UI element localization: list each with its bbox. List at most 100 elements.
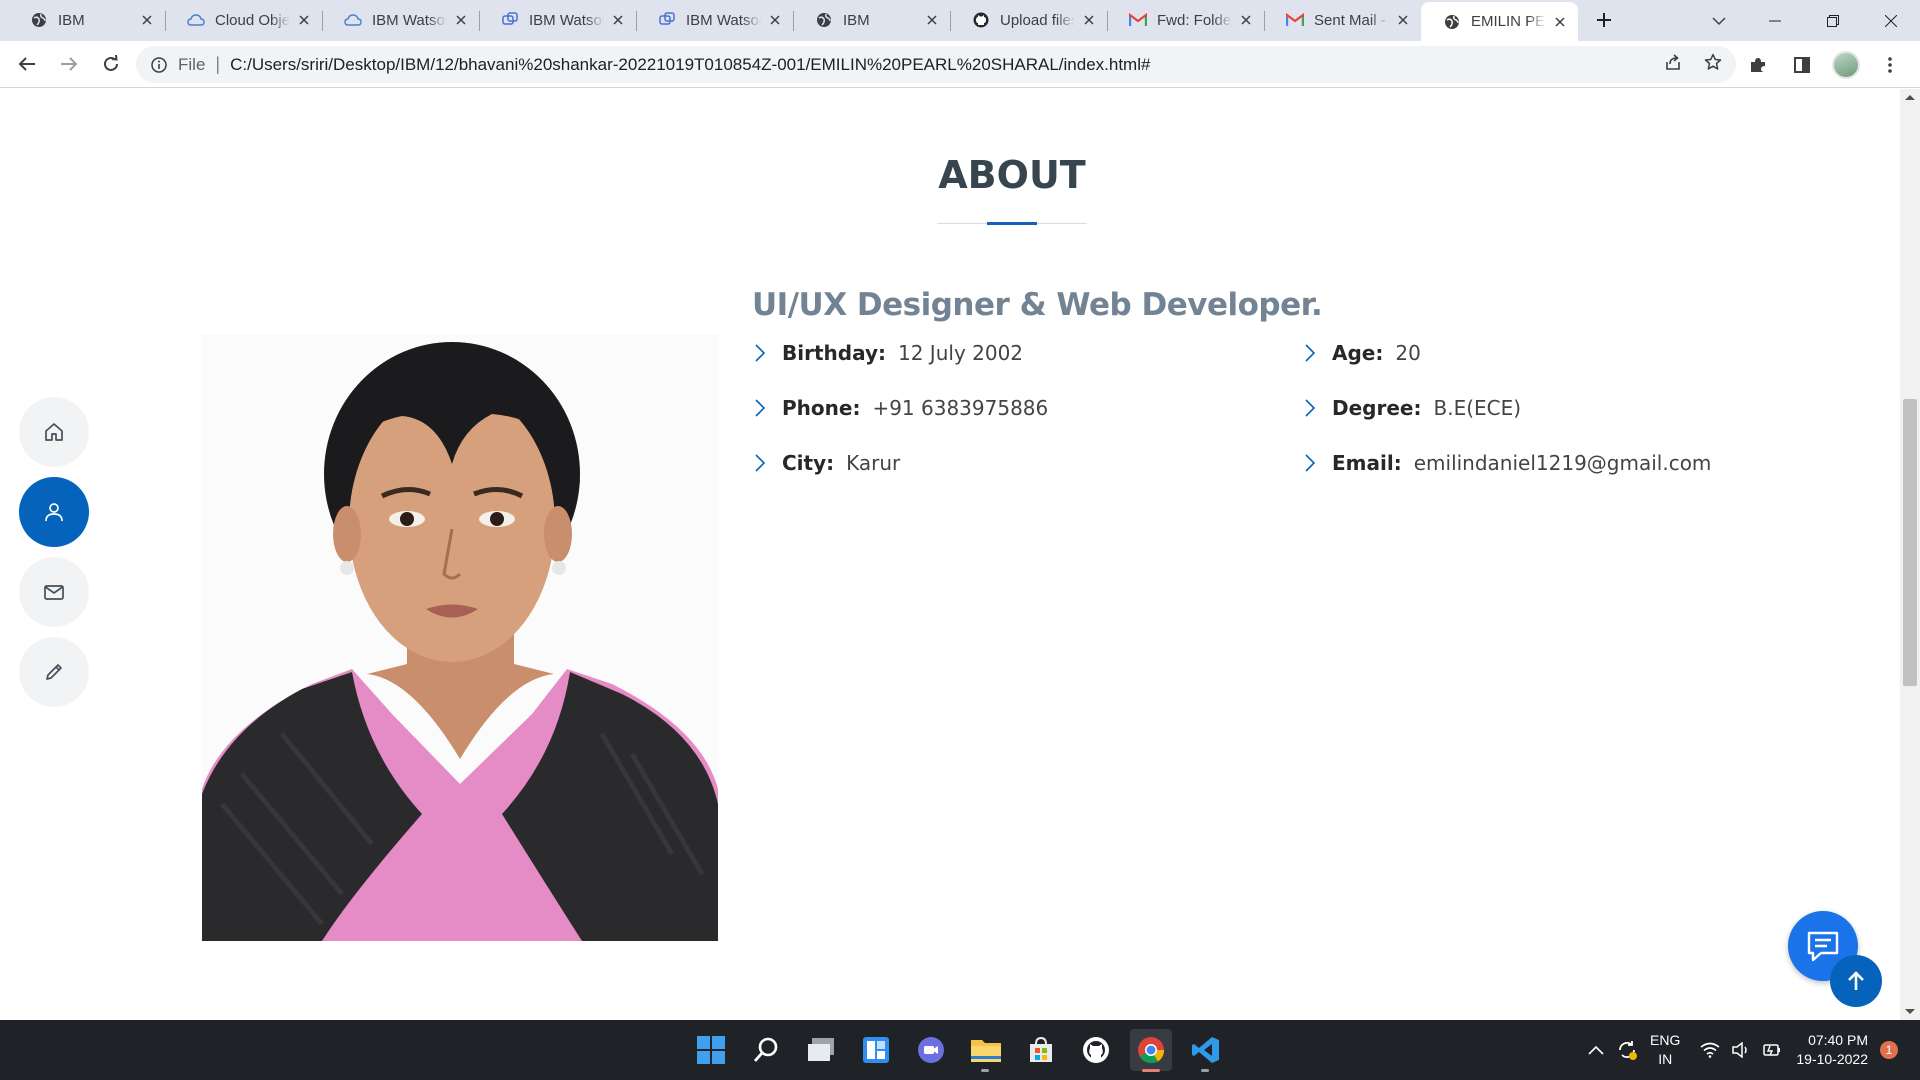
teams-chat-button[interactable] <box>910 1029 952 1071</box>
tab-7[interactable]: Upload files <box>950 2 1107 38</box>
info-label: Age: <box>1332 341 1384 365</box>
chevron-right-icon <box>1305 397 1321 419</box>
side-navigation <box>19 397 89 717</box>
folder-icon <box>971 1040 1001 1062</box>
tab-9[interactable]: Sent Mail - <box>1264 2 1421 38</box>
scroll-up-arrow[interactable] <box>1905 95 1915 100</box>
close-icon[interactable] <box>1081 12 1097 28</box>
info-value: B.E(ECE) <box>1433 396 1522 420</box>
info-email: Email: emilindaniel1219@gmail.com <box>1305 451 1711 475</box>
share-icon[interactable] <box>1664 53 1682 76</box>
chrome-button[interactable] <box>1130 1029 1172 1072</box>
clock[interactable]: 07:40 PM 19-10-2022 <box>1796 1031 1868 1069</box>
scroll-down-arrow[interactable] <box>1905 1009 1915 1014</box>
tab-5[interactable]: IBM Watson Assistant <box>636 2 793 38</box>
nav-home-button[interactable] <box>19 397 89 467</box>
close-icon <box>1885 14 1897 27</box>
chevron-right-icon <box>1305 452 1321 474</box>
gmail-icon <box>1129 11 1147 29</box>
start-button[interactable] <box>690 1029 732 1071</box>
search-button[interactable] <box>745 1029 787 1071</box>
tab-1[interactable]: IBM <box>8 2 165 38</box>
tab-6[interactable]: IBM <box>793 2 950 38</box>
menu-button[interactable] <box>1870 45 1910 85</box>
search-icon <box>753 1037 778 1062</box>
file-explorer-button[interactable] <box>965 1029 1007 1072</box>
language-code: ENG <box>1650 1032 1681 1048</box>
sync-status-button[interactable] <box>1616 1020 1638 1080</box>
github-icon <box>1083 1037 1109 1063</box>
nav-contact-button[interactable] <box>19 557 89 627</box>
profile-photo <box>202 334 718 941</box>
close-icon[interactable] <box>453 12 469 28</box>
tab-2[interactable]: Cloud Object Storage <box>165 2 322 38</box>
tab-search-button[interactable] <box>1690 0 1748 41</box>
url-text[interactable]: C:/Users/sriri/Desktop/IBM/12/bhavani%20… <box>230 55 1150 75</box>
tab-8[interactable]: Fwd: Folder <box>1107 2 1264 38</box>
star-icon[interactable] <box>1704 53 1722 76</box>
vscode-button[interactable] <box>1185 1029 1227 1072</box>
info-label: Degree: <box>1332 396 1422 420</box>
nav-edit-button[interactable] <box>19 637 89 707</box>
close-icon[interactable] <box>139 12 155 28</box>
github-desktop-button[interactable] <box>1075 1029 1117 1071</box>
page-content: ABOUT UI/UX Designer & Web Developer. Bi… <box>0 89 1900 1020</box>
profile-button[interactable] <box>1826 45 1866 85</box>
new-tab-button[interactable] <box>1584 2 1624 38</box>
close-icon[interactable] <box>767 12 783 28</box>
close-icon[interactable] <box>296 12 312 28</box>
tab-title: IBM Watson Assistant <box>686 11 761 29</box>
cloud-icon <box>344 11 362 29</box>
back-to-top-button[interactable] <box>1830 955 1882 1007</box>
tab-active[interactable]: EMILIN PEARL SHARAL <box>1421 2 1578 41</box>
info-label: City: <box>782 451 835 475</box>
close-window-button[interactable] <box>1862 0 1920 41</box>
close-icon[interactable] <box>1395 12 1411 28</box>
reload-button[interactable] <box>91 44 131 84</box>
back-button[interactable] <box>7 44 47 84</box>
task-view-button[interactable] <box>800 1029 842 1071</box>
region-code: IN <box>1658 1051 1673 1067</box>
notification-badge[interactable]: 1 <box>1880 1041 1898 1059</box>
wifi-icon <box>1700 1042 1720 1058</box>
chevron-down-icon <box>1712 16 1726 25</box>
address-bar[interactable]: File | C:/Users/sriri/Desktop/IBM/12/bha… <box>136 46 1736 83</box>
gmail-icon <box>1286 11 1304 29</box>
arrow-left-icon <box>18 57 35 71</box>
close-icon[interactable] <box>1238 12 1254 28</box>
close-icon[interactable] <box>924 12 940 28</box>
active-indicator <box>1142 1069 1160 1072</box>
info-label: Phone: <box>782 396 861 420</box>
role-heading: UI/UX Designer & Web Developer. <box>752 287 1323 323</box>
minimize-icon <box>1769 20 1781 21</box>
side-panel-button[interactable] <box>1782 45 1822 85</box>
info-city: City: Karur <box>755 451 900 475</box>
kebab-menu-icon <box>1888 57 1892 73</box>
widgets-button[interactable] <box>855 1029 897 1071</box>
forward-button[interactable] <box>49 44 89 84</box>
close-icon[interactable] <box>610 12 626 28</box>
restore-button[interactable] <box>1804 0 1862 41</box>
globe-icon <box>1443 13 1461 31</box>
language-indicator[interactable]: ENG IN <box>1650 1031 1680 1069</box>
store-button[interactable] <box>1020 1029 1062 1071</box>
home-icon <box>45 423 63 441</box>
tab-3[interactable]: IBM Watson Assistant <box>322 2 479 38</box>
nav-about-button[interactable] <box>19 477 89 547</box>
chevron-right-icon <box>1305 342 1321 364</box>
extensions-button[interactable] <box>1738 45 1778 85</box>
show-hidden-icons-button[interactable] <box>1588 1020 1604 1080</box>
quick-settings-button[interactable] <box>1700 1020 1782 1080</box>
arrow-up-icon <box>1848 971 1864 990</box>
tab-4[interactable]: IBM Watson Assistant <box>479 2 636 38</box>
vertical-scrollbar[interactable] <box>1900 89 1920 1020</box>
scroll-thumb[interactable] <box>1903 399 1917 686</box>
info-value: Karur <box>846 451 901 475</box>
info-icon[interactable] <box>150 56 168 74</box>
info-value: 12 July 2002 <box>898 341 1024 365</box>
tab-strip: IBM Cloud Object Storage IBM Watson Assi… <box>0 0 1920 41</box>
globe-icon <box>30 11 48 29</box>
minimize-button[interactable] <box>1746 0 1804 41</box>
close-icon[interactable] <box>1552 14 1568 30</box>
mail-icon <box>44 585 64 600</box>
